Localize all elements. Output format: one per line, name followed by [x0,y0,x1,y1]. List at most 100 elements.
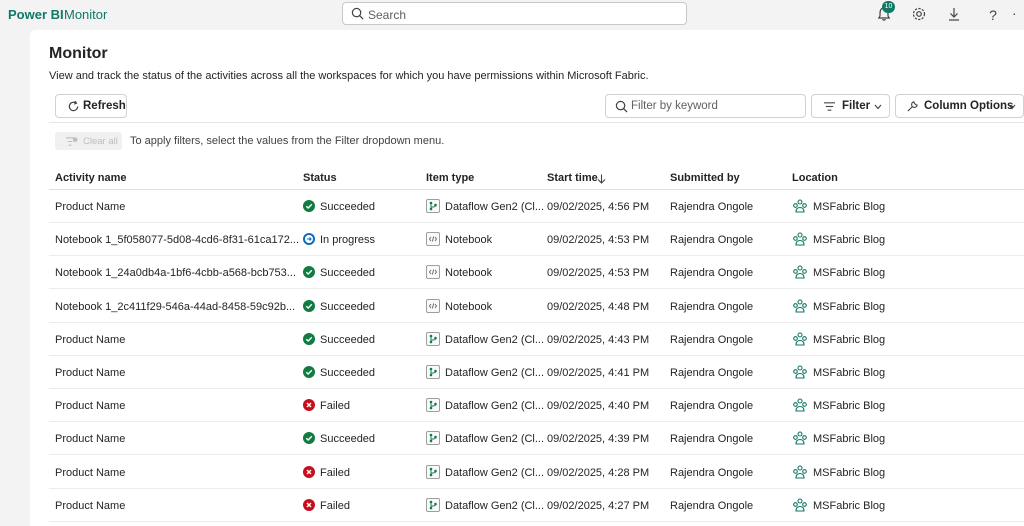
start-time: 09/02/2025, 4:27 PM [547,499,650,512]
item-type-text: Dataflow Gen2 (Cl... [445,201,545,213]
table-row[interactable]: Notebook 1_24a0db4a-1bf6-4cbb-a568-bcb75… [49,256,1024,290]
location-cell[interactable]: MSFabric Blog [792,264,885,280]
dataflow-icon [426,464,440,479]
table-row[interactable]: Product Name Failed Dataflow Gen2 (Cl... 09… [49,489,1024,522]
gear-icon[interactable] [911,6,927,22]
activity-name[interactable]: Product Name [55,367,125,379]
item-type-text: Dataflow Gen2 (Cl... [445,499,545,512]
toolbar-divider [49,122,1024,123]
dataflow-icon [426,431,440,446]
table-row[interactable]: Notebook 1_5f058077-5d08-4cd6-8f31-61ca1… [49,223,1024,257]
filter-button[interactable]: Filter [811,94,890,118]
table-row[interactable]: Notebook 1_2c411f29-546a-44ad-8458-59c92… [49,290,1024,323]
column-header-status[interactable]: Status [303,172,337,184]
dataflow-icon [426,331,440,346]
column-header-activity[interactable]: Activity name [55,172,127,184]
table-row[interactable]: Product Name Failed Dataflow Gen2 (Cl... 09… [49,456,1024,489]
location-text: MSFabric Blog [813,400,886,413]
search-placeholder: Search [368,8,407,22]
column-header-location[interactable]: Location [792,172,838,184]
item-type-text: Notebook [445,267,493,280]
more-icon[interactable]: · [1012,5,1024,21]
column-header-item-type[interactable]: Item type [426,172,474,184]
filter-lines-icon [824,102,835,111]
submitted-by: Rajendra Ongole [670,267,754,280]
start-time: 09/02/2025, 4:40 PM [547,400,650,413]
download-icon[interactable] [946,6,962,22]
arrow-down-icon[interactable] [597,174,606,184]
column-header-submitted-by[interactable]: Submitted by [670,172,740,184]
search-icon [615,100,628,113]
activity-name[interactable]: Product Name [55,467,125,479]
location-cell[interactable]: MSFabric Blog [792,331,885,347]
item-type-text: Dataflow Gen2 (Cl... [445,466,545,479]
status-text: Succeeded [320,333,376,346]
status-cell: Succeeded [303,299,375,313]
activity-name[interactable]: Notebook 1_24a0db4a-1bf6-4cbb-a568-bcb75… [55,267,296,279]
location-cell[interactable]: MSFabric Blog [792,464,885,480]
start-time: 09/02/2025, 4:28 PM [547,466,650,479]
location-text: MSFabric Blog [813,499,886,512]
workspace-people-icon [793,232,807,246]
global-search-input[interactable]: Search [342,2,687,25]
status-cell: Failed [303,465,350,479]
table-row[interactable]: Product Name Succeeded Dataflow Gen2 (Cl..… [49,323,1024,356]
workspace-people-icon [793,265,807,279]
status-cell: Succeeded [303,366,375,379]
location-text: MSFabric Blog [813,466,886,479]
location-cell[interactable]: MSFabric Blog [792,364,885,380]
start-time: 09/02/2025, 4:48 PM [547,300,650,313]
activity-name[interactable]: Notebook 1_5f058077-5d08-4cd6-8f31-61ca1… [55,234,299,246]
activity-name[interactable]: Notebook 1_2c411f29-546a-44ad-8458-59c92… [55,301,295,313]
location-cell[interactable]: MSFabric Blog [792,198,885,214]
location-cell[interactable]: MSFabric Blog [792,497,885,513]
item-type-cell: Dataflow Gen2 (Cl... [426,497,545,512]
status-cell: Succeeded [303,266,375,279]
workspace-people-icon [793,465,807,479]
status-text: Succeeded [320,201,376,213]
chevron-down-icon [874,104,882,110]
activity-name[interactable]: Product Name [55,334,125,346]
item-type-text: Dataflow Gen2 (Cl... [445,433,545,446]
table-row[interactable]: Product Name Failed Dataflow Gen2 (Cl... 09… [49,389,1024,423]
workspace-people-icon [793,199,807,213]
activity-name[interactable]: Product Name [55,201,125,213]
item-type-text: Dataflow Gen2 (Cl... [445,400,545,413]
item-type-cell: Notebook [426,265,493,280]
success-check-icon [303,432,315,445]
location-cell[interactable]: MSFabric Blog [792,397,885,413]
column-header-start-time[interactable]: Start time [547,172,598,184]
help-icon[interactable]: ? [985,7,1001,23]
notebook-icon [426,298,440,313]
item-type-cell: Dataflow Gen2 (Cl... [426,431,545,446]
wrench-icon [907,101,918,112]
location-cell[interactable]: MSFabric Blog [792,298,885,314]
table-row[interactable]: Product Name Succeeded Dataflow Gen2 (Cl..… [49,422,1024,456]
refresh-button[interactable]: Refresh [55,94,127,118]
success-check-icon [303,366,315,378]
location-cell[interactable]: MSFabric Blog [792,430,885,446]
location-text: MSFabric Blog [813,267,886,280]
activity-name[interactable]: Product Name [55,433,125,445]
table-row[interactable]: Product Name Succeeded Dataflow Gen2 (Cl..… [49,190,1024,223]
location-text: MSFabric Blog [813,234,886,247]
content-panel: Monitor View and track the status of the… [30,30,1024,526]
submitted-by: Rajendra Ongole [670,300,754,313]
activity-name[interactable]: Product Name [55,500,125,512]
column-options-button[interactable]: Column Options [895,94,1024,118]
location-cell[interactable]: MSFabric Blog [792,231,885,247]
filter-label: Filter [842,100,871,112]
start-time: 09/02/2025, 4:43 PM [547,333,650,346]
clear-all-button[interactable]: Clear all [55,132,122,150]
keyword-filter-input[interactable]: Filter by keyword [605,94,806,118]
submitted-by: Rajendra Ongole [670,333,754,346]
section-name[interactable]: Monitor [64,7,107,22]
notification-count-badge: 10 [882,1,895,13]
location-text: MSFabric Blog [813,300,886,313]
activity-name[interactable]: Product Name [55,400,125,412]
item-type-text: Dataflow Gen2 (Cl... [445,333,545,346]
item-type-cell: Notebook [426,232,492,247]
notebook-icon [426,232,440,247]
app-brand[interactable]: Power BI [8,7,64,22]
table-row[interactable]: Product Name Succeeded Dataflow Gen2 (Cl..… [49,356,1024,389]
